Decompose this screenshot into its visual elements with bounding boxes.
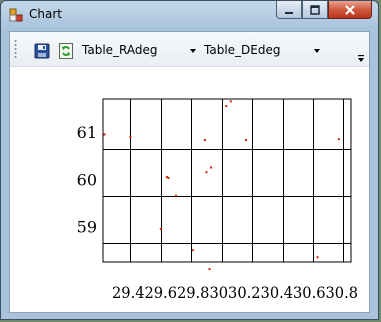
data-point	[210, 166, 213, 169]
data-point	[167, 176, 170, 179]
chart-client-area: Table_RAdeg Table_DEdeg 59 60 61 29.429.629…	[9, 31, 370, 313]
data-point	[245, 139, 248, 142]
minimize-button[interactable]	[276, 1, 302, 19]
chart-window: Chart Table_RAdeg Table_DEdeg 59 60 61 2…	[0, 0, 379, 320]
data-point	[316, 256, 319, 259]
data-point	[203, 139, 206, 142]
data-point	[129, 135, 132, 138]
data-point	[103, 133, 106, 136]
minimize-icon	[285, 11, 293, 14]
y-tick-label-2: 61	[77, 123, 97, 142]
data-point	[229, 100, 232, 103]
scatter-plot: 59 60 61 29.429.629.83030.230.430.630.8	[77, 98, 358, 302]
caption-buttons	[276, 1, 372, 20]
data-point	[205, 171, 208, 174]
close-button[interactable]	[328, 1, 372, 19]
close-icon	[345, 4, 355, 15]
data-point	[191, 249, 194, 252]
title-bar[interactable]: Chart	[1, 1, 378, 29]
maximize-button[interactable]	[302, 1, 328, 19]
data-point	[159, 227, 162, 230]
data-point	[208, 268, 211, 271]
y-tick-label-1: 60	[77, 170, 97, 189]
y-tick-label-0: 59	[77, 218, 97, 237]
data-point	[225, 105, 228, 108]
window-title: Chart	[29, 7, 62, 21]
data-point	[337, 138, 340, 141]
data-point	[175, 194, 178, 197]
x-tick-labels: 29.429.629.83030.230.430.630.8	[112, 283, 358, 302]
maximize-icon	[310, 4, 320, 15]
app-icon	[9, 8, 23, 22]
